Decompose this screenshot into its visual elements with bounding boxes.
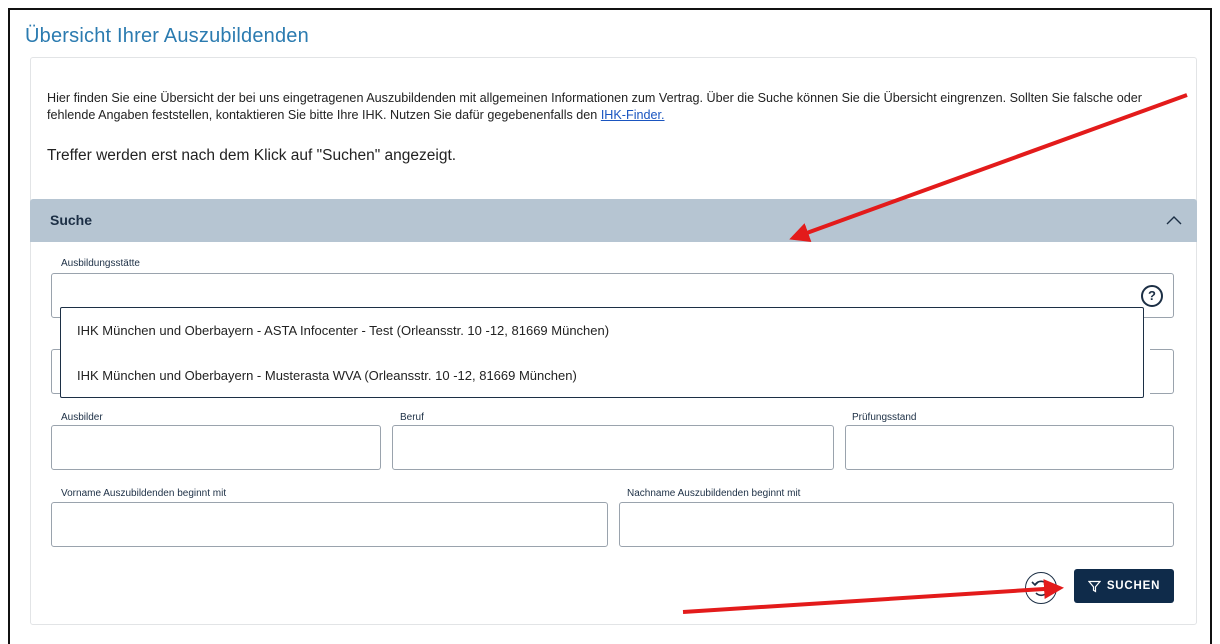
hidden-field-right[interactable] — [1150, 349, 1174, 394]
search-button[interactable]: SUCHEN — [1074, 569, 1174, 603]
chevron-up-icon[interactable] — [1165, 213, 1183, 227]
ausbildungsstaette-dropdown: IHK München und Oberbayern - ASTA Infoce… — [60, 307, 1144, 398]
ausbildungsstaette-label: Ausbildungsstätte — [61, 258, 140, 269]
search-section-label: Suche — [50, 212, 93, 228]
nachname-input[interactable] — [619, 502, 1174, 547]
search-button-label: SUCHEN — [1106, 580, 1161, 592]
vorname-label: Vorname Auszubildenden beginnt mit — [61, 488, 227, 499]
ausbilder-input[interactable] — [51, 425, 381, 470]
nachname-label: Nachname Auszubildenden beginnt mit — [627, 488, 801, 499]
intro-body: Hier finden Sie eine Übersicht der bei u… — [47, 91, 1142, 122]
intro-text: Hier finden Sie eine Übersicht der bei u… — [47, 90, 1177, 124]
pruefungsstand-select[interactable] — [845, 425, 1174, 470]
beruf-input[interactable] — [392, 425, 834, 470]
results-hint: Treffer werden erst nach dem Klick auf "… — [47, 147, 457, 164]
beruf-label: Beruf — [400, 412, 424, 423]
dropdown-option[interactable]: IHK München und Oberbayern - ASTA Infoce… — [77, 323, 609, 338]
page-title: Übersicht Ihrer Auszubildenden — [25, 25, 309, 47]
ausbilder-label: Ausbilder — [61, 412, 103, 423]
reset-icon[interactable] — [1025, 572, 1057, 604]
pruefungsstand-label: Prüfungsstand — [852, 412, 917, 423]
dropdown-option[interactable]: IHK München und Oberbayern - Musterasta … — [77, 368, 577, 383]
search-section-header[interactable]: Suche — [30, 199, 1197, 242]
vorname-input[interactable] — [51, 502, 608, 547]
reset-glyph-icon — [1031, 580, 1049, 597]
filter-icon — [1087, 580, 1101, 593]
ihk-finder-link[interactable]: IHK-Finder. — [601, 108, 665, 122]
help-icon[interactable]: ? — [1141, 285, 1163, 307]
